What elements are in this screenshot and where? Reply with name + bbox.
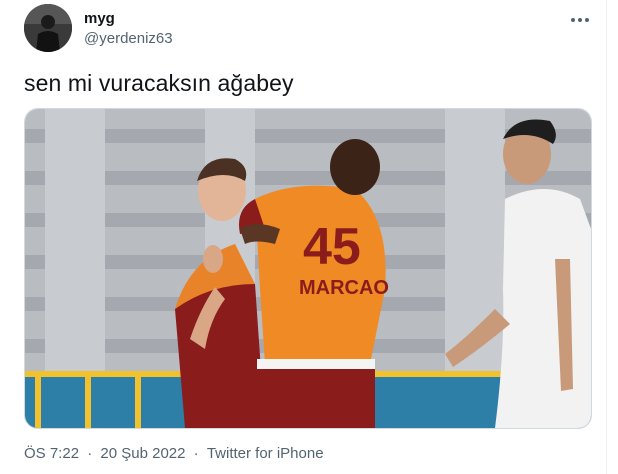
jersey-number: 45 <box>303 218 361 276</box>
avatar[interactable] <box>24 4 72 52</box>
more-icon[interactable] <box>569 12 591 28</box>
tweet-photo[interactable]: 45 MARCAO <box>24 108 592 429</box>
tweet-source[interactable]: Twitter for iPhone <box>207 445 324 462</box>
tweet-time[interactable]: ÖS 7:22 <box>24 445 79 462</box>
tweet-date[interactable]: 20 Şub 2022 <box>100 445 185 462</box>
jersey-name: MARCAO <box>299 277 389 299</box>
avatar-image <box>24 4 72 52</box>
tweet-card: myg @yerdeniz63 sen mi vuracaksın ağabey <box>0 0 607 474</box>
meta-separator: · <box>87 445 93 462</box>
display-name[interactable]: myg <box>84 10 115 27</box>
tweet-meta: ÖS 7:22 · 20 Şub 2022 · Twitter for iPho… <box>24 445 324 462</box>
user-handle[interactable]: @yerdeniz63 <box>84 30 173 47</box>
photo-football-scene: 45 MARCAO <box>25 109 591 428</box>
tweet-text: sen mi vuracaksın ağabey <box>24 70 294 96</box>
meta-separator: · <box>193 445 199 462</box>
